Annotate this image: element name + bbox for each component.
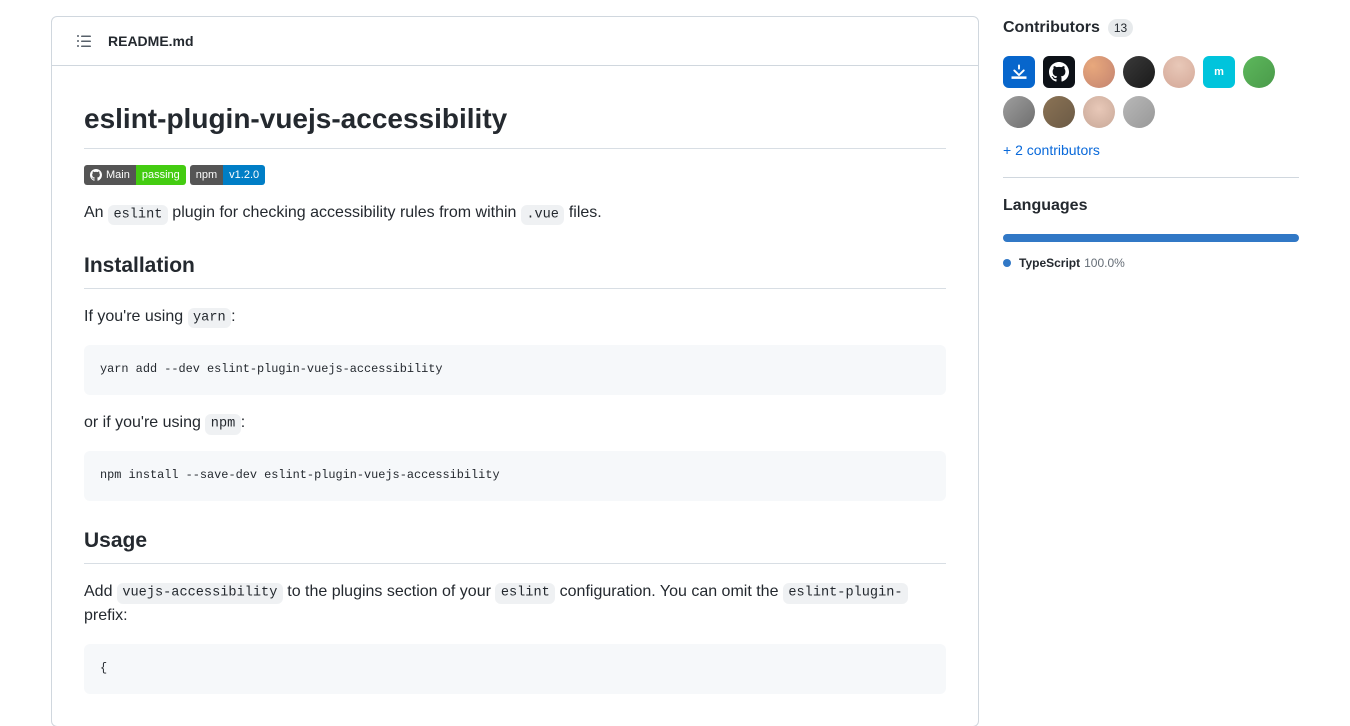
inline-code-eslint: eslint	[108, 205, 168, 225]
readme-filename[interactable]: README.md	[108, 31, 194, 52]
languages-heading: Languages	[1003, 194, 1299, 218]
build-status-badge[interactable]: Main passing	[84, 165, 186, 185]
more-contributors-link[interactable]: + 2 contributors	[1003, 140, 1299, 161]
contributor-avatar[interactable]	[1083, 56, 1115, 88]
readme-content: eslint-plugin-vuejs-accessibility Main p…	[52, 66, 978, 726]
npm-badge-version: v1.2.0	[223, 165, 265, 185]
readme-title: eslint-plugin-vuejs-accessibility	[84, 98, 946, 149]
toc-icon[interactable]	[68, 25, 100, 57]
lang-dot-icon	[1003, 259, 1011, 267]
readme-header: README.md	[52, 17, 978, 66]
npm-badge-label: npm	[190, 165, 223, 185]
usage-paragraph: Add vuejs-accessibility to the plugins s…	[84, 580, 946, 628]
languages-section: Languages TypeScript 100.0%	[1003, 177, 1299, 272]
build-badge-status: passing	[136, 165, 186, 185]
installation-heading: Installation	[84, 250, 946, 289]
npm-command-block[interactable]: npm install --save-dev eslint-plugin-vue…	[84, 451, 946, 501]
contributor-avatar[interactable]	[1043, 96, 1075, 128]
contributors-section: Contributors 13 m + 2 contr	[1003, 16, 1299, 161]
contributor-avatar[interactable]	[1003, 96, 1035, 128]
yarn-intro: If you're using yarn:	[84, 305, 946, 329]
contributor-avatar[interactable]	[1123, 56, 1155, 88]
usage-json-block[interactable]: {	[84, 644, 946, 694]
usage-heading: Usage	[84, 525, 946, 564]
contributor-avatars: m	[1003, 56, 1299, 128]
contributor-avatar[interactable]	[1083, 96, 1115, 128]
contributors-heading[interactable]: Contributors 13	[1003, 16, 1299, 40]
intro-paragraph: An eslint plugin for checking accessibil…	[84, 201, 946, 225]
contributors-count: 13	[1108, 19, 1133, 37]
build-badge-label: Main	[106, 167, 130, 184]
contributor-avatar[interactable]	[1123, 96, 1155, 128]
contributor-avatar[interactable]	[1163, 56, 1195, 88]
npm-intro: or if you're using npm:	[84, 411, 946, 435]
lang-item-typescript[interactable]: TypeScript 100.0%	[1003, 254, 1299, 272]
inline-code-vue: .vue	[521, 205, 565, 225]
languages-bar	[1003, 234, 1299, 242]
contributor-avatar[interactable]	[1043, 56, 1075, 88]
contributor-avatar[interactable]	[1003, 56, 1035, 88]
lang-segment-typescript[interactable]	[1003, 234, 1299, 242]
contributor-avatar[interactable]	[1243, 56, 1275, 88]
npm-version-badge[interactable]: npm v1.2.0	[190, 165, 265, 185]
contributor-avatar[interactable]: m	[1203, 56, 1235, 88]
readme-container: README.md eslint-plugin-vuejs-accessibil…	[51, 16, 979, 726]
yarn-command-block[interactable]: yarn add --dev eslint-plugin-vuejs-acces…	[84, 345, 946, 395]
